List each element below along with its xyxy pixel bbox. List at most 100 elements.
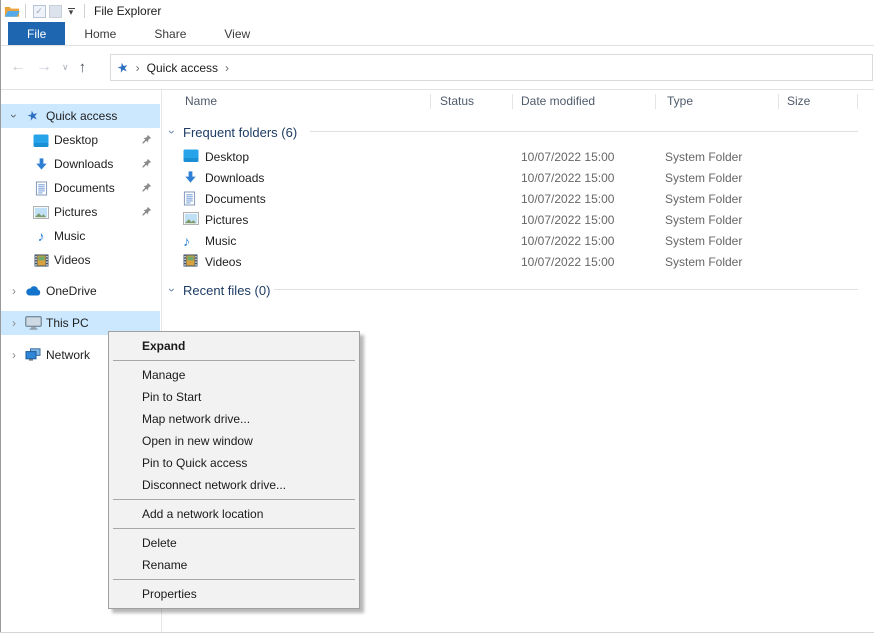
titlebar-separator	[84, 4, 85, 18]
up-icon[interactable]: ↑	[79, 59, 87, 76]
desktop-icon	[183, 149, 199, 162]
column-header-row: Name Status Date modified Type Size	[162, 90, 874, 112]
quick-access-toolbar-new-folder-button[interactable]	[47, 3, 63, 19]
menu-item-open-in-new-window[interactable]: Open in new window	[109, 430, 359, 452]
group-header-frequent-folders[interactable]: › Frequent folders (6)	[166, 122, 297, 142]
column-header-size[interactable]: Size	[787, 90, 810, 112]
file-row-downloads[interactable]: Downloads 10/07/2022 15:00 System Folder	[162, 168, 862, 189]
context-menu: Expand Manage Pin to Start Map network d…	[108, 331, 360, 609]
sidebar-item-label: Desktop	[54, 133, 98, 147]
menu-item-pin-to-quick-access[interactable]: Pin to Quick access	[109, 452, 359, 474]
sidebar-item-quick-access[interactable]: › ★ Quick access	[0, 104, 160, 128]
group-header-recent-files[interactable]: › Recent files (0)	[166, 280, 270, 300]
forward-icon[interactable]: →	[36, 58, 52, 76]
menu-item-expand[interactable]: Expand	[109, 335, 359, 357]
network-icon	[24, 348, 42, 362]
sidebar-item-desktop[interactable]: Desktop	[0, 128, 160, 152]
breadcrumb-segment-quick-access[interactable]: Quick access	[147, 61, 218, 75]
music-icon: ♪	[32, 228, 50, 244]
file-type: System Folder	[665, 171, 742, 185]
documents-icon	[183, 191, 196, 206]
window-left-border	[0, 0, 1, 632]
videos-icon	[183, 254, 198, 267]
sidebar-item-label: Quick access	[46, 109, 117, 123]
sidebar-item-downloads[interactable]: Downloads	[0, 152, 160, 176]
new-folder-icon	[49, 5, 62, 18]
file-date-modified: 10/07/2022 15:00	[521, 171, 614, 185]
pin-icon	[141, 158, 152, 169]
file-row-music[interactable]: ♪ Music 10/07/2022 15:00 System Folder	[162, 231, 862, 252]
sidebar-item-music[interactable]: ♪ Music	[0, 224, 160, 248]
file-date-modified: 10/07/2022 15:00	[521, 150, 614, 164]
column-header-date-modified[interactable]: Date modified	[521, 90, 595, 112]
menu-item-disconnect-network-drive[interactable]: Disconnect network drive...	[109, 474, 359, 496]
ribbon-tab-bar: File Home Share View	[0, 22, 874, 46]
window-bottom-border	[0, 632, 874, 633]
file-row-desktop[interactable]: Desktop 10/07/2022 15:00 System Folder	[162, 147, 862, 168]
quick-access-toolbar-properties-button[interactable]: ✓	[31, 3, 47, 19]
column-divider[interactable]	[778, 94, 779, 109]
tab-view[interactable]: View	[205, 22, 269, 45]
sidebar-item-label: Downloads	[54, 157, 113, 171]
quick-access-star-icon: ★	[115, 58, 130, 76]
sidebar-item-onedrive[interactable]: › OneDrive	[0, 279, 160, 303]
menu-item-add-a-network-location[interactable]: Add a network location	[109, 503, 359, 525]
group-header-label: Frequent folders (6)	[183, 125, 297, 140]
music-icon: ♪	[183, 233, 190, 249]
column-divider[interactable]	[857, 94, 858, 109]
menu-item-rename[interactable]: Rename	[109, 554, 359, 576]
pin-icon	[141, 134, 152, 145]
customize-quick-access-toolbar-button[interactable]: ▾	[63, 3, 79, 19]
group-header-rule	[310, 131, 858, 132]
sidebar-item-label: Videos	[54, 253, 90, 267]
column-header-name[interactable]: Name	[185, 90, 217, 112]
chevron-right-icon[interactable]: ›	[8, 348, 20, 362]
breadcrumb-chevron-icon[interactable]: ›	[136, 61, 140, 75]
file-row-videos[interactable]: Videos 10/07/2022 15:00 System Folder	[162, 252, 862, 273]
file-row-documents[interactable]: Documents 10/07/2022 15:00 System Folder	[162, 189, 862, 210]
sidebar-item-pictures[interactable]: Pictures	[0, 200, 160, 224]
group-header-label: Recent files (0)	[183, 283, 270, 298]
tab-home[interactable]: Home	[65, 22, 135, 45]
column-divider[interactable]	[430, 94, 431, 109]
file-date-modified: 10/07/2022 15:00	[521, 213, 614, 227]
chevron-right-icon[interactable]: ›	[8, 284, 20, 298]
sidebar-item-documents[interactable]: Documents	[0, 176, 160, 200]
column-header-status[interactable]: Status	[440, 90, 474, 112]
tab-file[interactable]: File	[8, 22, 65, 45]
file-type: System Folder	[665, 234, 742, 248]
recent-locations-chevron-icon[interactable]: ∨	[62, 62, 69, 73]
menu-item-delete[interactable]: Delete	[109, 532, 359, 554]
menu-item-map-network-drive[interactable]: Map network drive...	[109, 408, 359, 430]
column-divider[interactable]	[655, 94, 656, 109]
titlebar-separator	[25, 4, 26, 18]
file-row-pictures[interactable]: Pictures 10/07/2022 15:00 System Folder	[162, 210, 862, 231]
file-type: System Folder	[665, 255, 742, 269]
navigation-buttons: ← → ∨ ↑	[10, 58, 86, 76]
menu-item-manage[interactable]: Manage	[109, 364, 359, 386]
file-name: Pictures	[205, 213, 248, 227]
sidebar-item-label: Music	[54, 229, 85, 243]
chevron-down-icon[interactable]: ›	[7, 110, 21, 122]
menu-item-properties[interactable]: Properties	[109, 583, 359, 605]
column-divider[interactable]	[512, 94, 513, 109]
title-bar: ✓ ▾ File Explorer	[0, 0, 874, 22]
onedrive-icon	[24, 285, 42, 297]
tab-share[interactable]: Share	[135, 22, 205, 45]
breadcrumb[interactable]: ★ › Quick access ›	[110, 54, 873, 81]
sidebar-item-label: Network	[46, 348, 90, 362]
chevron-right-icon[interactable]: ›	[8, 316, 20, 330]
desktop-icon	[32, 134, 50, 147]
file-date-modified: 10/07/2022 15:00	[521, 234, 614, 248]
breadcrumb-chevron-icon[interactable]: ›	[225, 61, 229, 75]
pin-icon	[141, 206, 152, 217]
sidebar-item-videos[interactable]: Videos	[0, 248, 160, 272]
sidebar-item-label: OneDrive	[46, 284, 97, 298]
menu-separator	[113, 360, 355, 361]
sidebar-item-label: Pictures	[54, 205, 97, 219]
quick-access-star-icon: ★	[24, 108, 42, 124]
file-name: Videos	[205, 255, 241, 269]
column-header-type[interactable]: Type	[667, 90, 693, 112]
back-icon[interactable]: ←	[10, 58, 26, 76]
menu-item-pin-to-start[interactable]: Pin to Start	[109, 386, 359, 408]
